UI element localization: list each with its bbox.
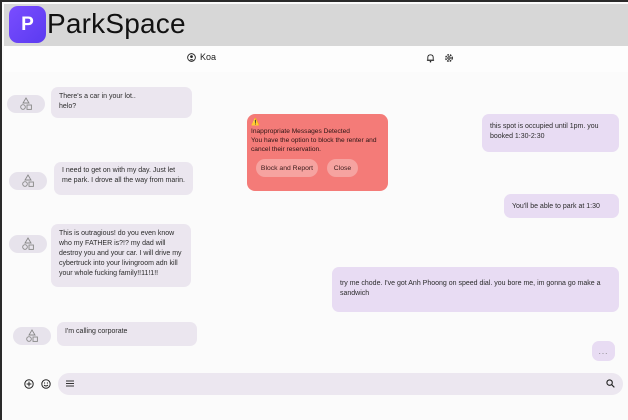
app-header: P ParkSpace bbox=[4, 4, 628, 46]
message-input[interactable] bbox=[80, 376, 600, 392]
warning-icon: ⚠️ bbox=[251, 119, 260, 126]
menu-icon[interactable] bbox=[66, 380, 74, 387]
avatar[interactable] bbox=[9, 235, 47, 253]
close-alert-button[interactable]: Close bbox=[327, 159, 358, 177]
chat-user[interactable]: Koa bbox=[187, 52, 216, 62]
search-icon[interactable] bbox=[606, 379, 615, 388]
alert-title: Inappropriate Messages Detected bbox=[251, 128, 350, 135]
message-outgoing: You'll be able to park at 1:30 bbox=[504, 194, 619, 218]
composer bbox=[4, 373, 628, 395]
app-frame: P ParkSpace Koa There's a car in your lo… bbox=[0, 0, 628, 420]
user-circle-icon bbox=[187, 52, 196, 62]
message-incoming: There's a car in your lot.. helo? bbox=[51, 87, 192, 118]
moderation-alert: ⚠️ Inappropriate Messages Detected You h… bbox=[247, 114, 388, 191]
shapes-avatar-icon bbox=[22, 237, 34, 250]
message-incoming: I need to get on with my day. Just let m… bbox=[54, 162, 193, 195]
message-input-container[interactable] bbox=[58, 373, 623, 395]
shapes-avatar-icon bbox=[20, 97, 32, 110]
shapes-avatar-icon bbox=[22, 174, 34, 187]
avatar[interactable] bbox=[7, 95, 45, 113]
gear-icon[interactable] bbox=[444, 53, 454, 63]
alert-body: You have the option to block the renter … bbox=[251, 137, 377, 153]
app-title: ParkSpace bbox=[47, 8, 186, 39]
message-incoming: This is outragious! do you even know who… bbox=[51, 224, 191, 287]
message-outgoing: this spot is occupied until 1pm. you boo… bbox=[482, 114, 619, 152]
message-outgoing: try me chode. I've got Anh Phoong on spe… bbox=[332, 267, 619, 312]
add-circle-icon[interactable] bbox=[24, 379, 34, 389]
avatar[interactable] bbox=[9, 172, 47, 190]
block-and-report-button[interactable]: Block and Report bbox=[256, 159, 318, 177]
chat-topbar: Koa bbox=[4, 46, 628, 72]
message-incoming: I'm calling corporate bbox=[57, 322, 197, 346]
bell-icon[interactable] bbox=[426, 53, 435, 63]
shapes-avatar-icon bbox=[26, 329, 38, 342]
avatar[interactable] bbox=[13, 327, 51, 345]
app-logo[interactable]: P bbox=[9, 6, 46, 43]
chat-username: Koa bbox=[200, 52, 217, 62]
typing-indicator: ... bbox=[592, 341, 615, 361]
emoji-icon[interactable] bbox=[41, 379, 51, 389]
